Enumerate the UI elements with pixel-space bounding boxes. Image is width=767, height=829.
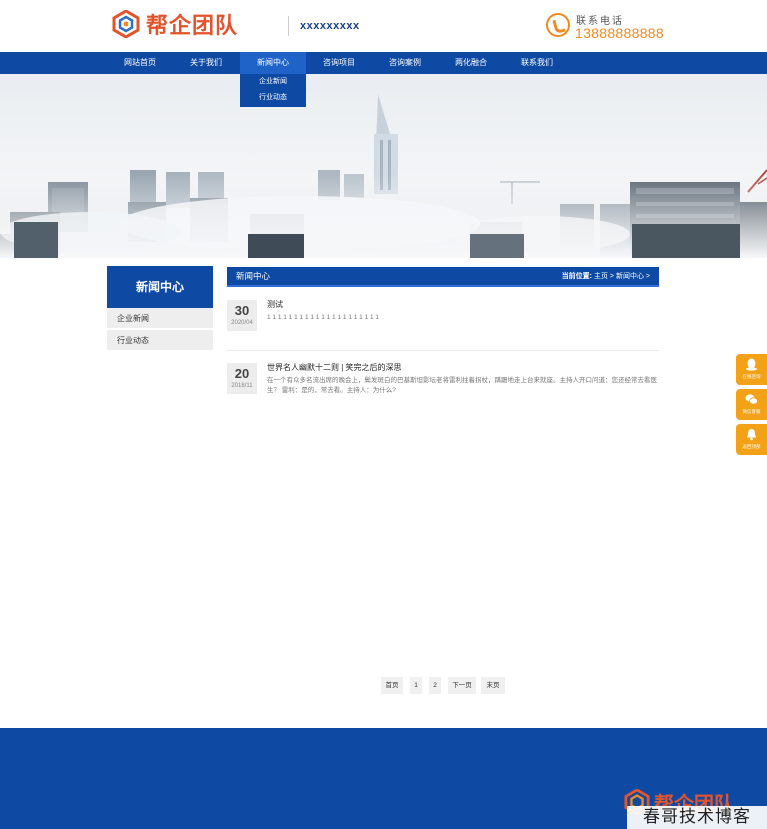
dropdown-item-industry-news[interactable]: 行业动态 [240, 90, 306, 106]
bell-icon [747, 429, 756, 441]
back-to-top-button[interactable]: 返回顶部 [736, 424, 767, 455]
news-date-day: 20 [234, 366, 250, 381]
nav-item-about[interactable]: 关于我们 [173, 52, 239, 74]
nav-item-projects[interactable]: 咨询项目 [306, 52, 372, 74]
news-date-month: 2018/11 [231, 383, 253, 389]
nav-item-news[interactable]: 新闻中心 [240, 52, 306, 74]
news-item[interactable]: 20 2018/11 世界名人幽默十二则 | 笑完之后的深思 在一个有众多名流出… [227, 363, 659, 403]
header-divider [288, 16, 289, 36]
news-dropdown-menu: 企业新闻 行业动态 [240, 74, 306, 107]
site-header: 帮企团队 xxxxxxxxx 联系电话 13888888888 [0, 0, 767, 52]
city-skyline-image [0, 94, 767, 258]
news-summary: 1 1 1 1 1 1 1 1 1 1 1 1 1 1 1 1 1 1 1 1 … [267, 314, 380, 321]
pager-page-2[interactable]: 2 [429, 677, 441, 694]
contact-phone: 联系电话 13888888888 [546, 10, 666, 42]
wechat-service-button[interactable]: 微信客服 [736, 389, 767, 420]
logo-hexagon-icon [112, 10, 140, 38]
breadcrumb-prefix: 当前位置: [561, 273, 593, 280]
main-nav: 网站首页 关于我们 新闻中心 咨询项目 咨询案例 两化融合 联系我们 [0, 52, 767, 74]
site-logo[interactable]: 帮企团队 [112, 8, 238, 40]
pager-last[interactable]: 末页 [481, 677, 505, 694]
qq-icon [746, 358, 757, 371]
phone-icon [546, 13, 570, 37]
nav-item-contact[interactable]: 联系我们 [504, 52, 570, 74]
news-title[interactable]: 测试 [267, 300, 283, 310]
breadcrumb: 当前位置: 主页 > 新闻中心 > [562, 267, 650, 286]
tool-label: 在线咨询 [742, 374, 761, 379]
news-date-day: 30 [234, 303, 250, 318]
sidebar-item-company-news[interactable]: 企业新闻 [107, 308, 213, 329]
pager-page-1[interactable]: 1 [410, 677, 422, 694]
nav-item-integration[interactable]: 两化融合 [438, 52, 504, 74]
content-title: 新闻中心 [236, 271, 271, 281]
logo-text: 帮企团队 [146, 14, 239, 39]
breadcrumb-trail[interactable]: 主页 > 新闻中心 > [594, 273, 650, 280]
tool-label: 微信客服 [742, 409, 761, 414]
news-date: 20 2018/11 [227, 363, 257, 394]
news-summary: 在一个有众多名流出席的晚会上，鬓发斑白的巴基斯坦影坛老将雷利拄着拐杖，蹒跚地走上… [267, 377, 657, 394]
news-title[interactable]: 世界名人幽默十二则 | 笑完之后的深思 [267, 363, 402, 373]
sidebar-title: 新闻中心 [107, 266, 213, 308]
header-slogan: xxxxxxxxx [300, 20, 360, 32]
news-divider [227, 350, 659, 351]
pager-first[interactable]: 首页 [381, 677, 403, 694]
news-date-month: 2020/04 [231, 320, 253, 326]
pager-next[interactable]: 下一页 [448, 677, 476, 694]
watermark-text: 春哥技术博客 [627, 806, 767, 829]
sidebar-item-industry-news[interactable]: 行业动态 [107, 330, 213, 351]
nav-item-cases[interactable]: 咨询案例 [372, 52, 438, 74]
hero-banner [0, 74, 767, 258]
tool-label: 返回顶部 [742, 444, 761, 449]
dropdown-item-company-news[interactable]: 企业新闻 [240, 74, 306, 90]
wechat-icon [745, 394, 758, 405]
news-date: 30 2020/04 [227, 300, 257, 331]
online-consult-button[interactable]: 在线咨询 [736, 354, 767, 385]
phone-number: 13888888888 [575, 25, 664, 41]
nav-item-home[interactable]: 网站首页 [107, 52, 173, 74]
content-header: 新闻中心 当前位置: 主页 > 新闻中心 > [227, 267, 659, 287]
news-item[interactable]: 30 2020/04 测试 1 1 1 1 1 1 1 1 1 1 1 1 1 … [227, 300, 659, 340]
